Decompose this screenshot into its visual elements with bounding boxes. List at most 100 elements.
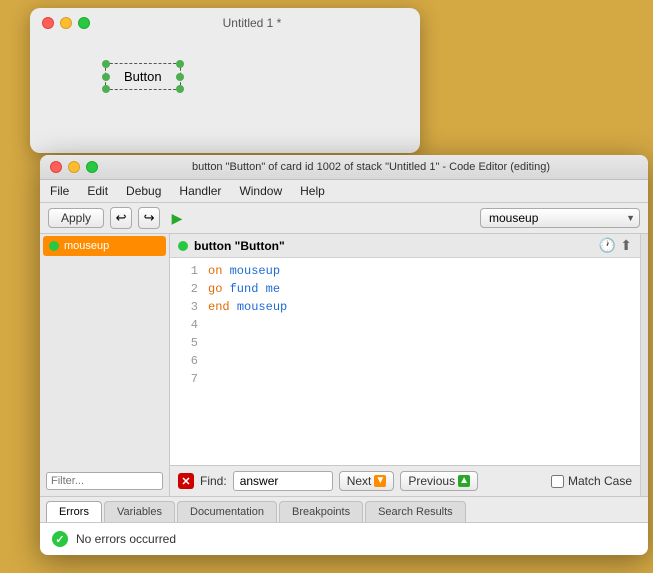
- code-editor-titlebar: button "Button" of card id 1002 of stack…: [40, 155, 648, 180]
- find-input[interactable]: [233, 471, 333, 491]
- run-icon: ▶: [172, 210, 183, 227]
- find-bar: ✕ Find: Next ▼ Previous ▲ Match Case: [170, 465, 640, 496]
- status-text: No errors occurred: [76, 532, 176, 546]
- tab-errors[interactable]: Errors: [46, 501, 102, 522]
- handler-label: mouseup: [64, 240, 109, 252]
- handler-select-wrapper: mouseup mousedown mouseEnter mouseLeave …: [480, 208, 640, 228]
- tab-documentation[interactable]: Documentation: [177, 501, 277, 522]
- filter-area: [40, 468, 169, 496]
- handle-tr[interactable]: [176, 60, 184, 68]
- editor-area: button "Button" 🕐 ⬆ 1 on mouseup 2 go fu…: [170, 234, 640, 496]
- editor-handler-name: button "Button": [194, 239, 285, 253]
- code-line-7: 7: [170, 370, 640, 388]
- back-window-maximize-button[interactable]: [78, 17, 90, 29]
- undo-button[interactable]: ↩: [110, 207, 132, 229]
- code-editor-close-button[interactable]: [50, 161, 62, 173]
- code-line-2: 2 go fund me: [170, 280, 640, 298]
- status-bar: ✓ No errors occurred: [40, 523, 648, 555]
- tab-variables[interactable]: Variables: [104, 501, 175, 522]
- back-window: Untitled 1 * Button: [30, 8, 420, 153]
- find-next-label: Next: [347, 474, 372, 488]
- match-case-label: Match Case: [568, 474, 632, 488]
- editor-header-icons: 🕐 ⬆: [599, 237, 632, 254]
- code-lines[interactable]: 1 on mouseup 2 go fund me 3 end mouseup …: [170, 258, 640, 465]
- find-error-icon: ✕: [178, 473, 194, 489]
- arrow-up-icon: ▲: [458, 475, 470, 487]
- back-window-titlebar: Untitled 1 *: [30, 8, 420, 38]
- apply-button[interactable]: Apply: [48, 208, 104, 228]
- code-line-6: 6: [170, 352, 640, 370]
- handle-br[interactable]: [176, 85, 184, 93]
- menu-window[interactable]: Window: [237, 183, 284, 199]
- widget-button-container: Button: [105, 63, 181, 90]
- menu-edit[interactable]: Edit: [85, 183, 110, 199]
- back-window-minimize-button[interactable]: [60, 17, 72, 29]
- line-content-2: go fund me: [208, 280, 636, 298]
- tab-breakpoints[interactable]: Breakpoints: [279, 501, 363, 522]
- status-ok-icon: ✓: [52, 531, 68, 547]
- code-line-5: 5: [170, 334, 640, 352]
- handle-ml[interactable]: [102, 73, 110, 81]
- editor-header: button "Button" 🕐 ⬆: [170, 234, 640, 258]
- line-num-7: 7: [174, 370, 198, 388]
- line-num-1: 1: [174, 262, 198, 280]
- arrow-down-icon: ▼: [374, 475, 386, 487]
- filter-input[interactable]: [46, 472, 163, 490]
- find-prev-label: Previous: [408, 474, 455, 488]
- code-editor-title: button "Button" of card id 1002 of stack…: [104, 161, 638, 173]
- line-num-6: 6: [174, 352, 198, 370]
- menu-file[interactable]: File: [48, 183, 71, 199]
- match-case-area: Match Case: [551, 474, 632, 488]
- sidebar-handler-mouseup[interactable]: mouseup: [43, 236, 166, 256]
- code-editor-toolbar: Apply ↩ ↪ ▶ mouseup mousedown mouseEnter…: [40, 203, 648, 234]
- code-editor-body: mouseup button "Button" 🕐 ⬆: [40, 234, 648, 496]
- find-previous-button[interactable]: Previous ▲: [400, 471, 478, 491]
- run-button[interactable]: ▶: [166, 207, 188, 229]
- line-content-6: [208, 352, 636, 370]
- green-dot-icon: [178, 241, 188, 251]
- find-next-button[interactable]: Next ▼: [339, 471, 395, 491]
- line-num-5: 5: [174, 334, 198, 352]
- back-window-close-button[interactable]: [42, 17, 54, 29]
- back-window-title: Untitled 1 *: [96, 16, 408, 30]
- handler-select-container: mouseup mousedown mouseEnter mouseLeave …: [194, 208, 640, 228]
- line-content-5: [208, 334, 636, 352]
- handle-bl[interactable]: [102, 85, 110, 93]
- undo-icon: ↩: [116, 210, 127, 226]
- handle-mr[interactable]: [176, 73, 184, 81]
- code-line-1: 1 on mouseup: [170, 262, 640, 280]
- menu-debug[interactable]: Debug: [124, 183, 163, 199]
- menu-handler[interactable]: Handler: [177, 183, 223, 199]
- find-label: Find:: [200, 474, 227, 488]
- line-num-2: 2: [174, 280, 198, 298]
- line-content-4: [208, 316, 636, 334]
- history-icon[interactable]: 🕐: [599, 237, 616, 254]
- code-editor-window: button "Button" of card id 1002 of stack…: [40, 155, 648, 555]
- canvas-button-label: Button: [124, 69, 162, 84]
- handler-select[interactable]: mouseup mousedown mouseEnter mouseLeave: [480, 208, 640, 228]
- code-editor-minimize-button[interactable]: [68, 161, 80, 173]
- redo-icon: ↪: [144, 210, 155, 226]
- line-content-1: on mouseup: [208, 262, 636, 280]
- handle-tl[interactable]: [102, 60, 110, 68]
- code-line-3: 3 end mouseup: [170, 298, 640, 316]
- sidebar-divider: [40, 258, 169, 468]
- tab-search-results[interactable]: Search Results: [365, 501, 466, 522]
- collapse-icon[interactable]: ⬆: [620, 237, 632, 254]
- line-content-3: end mouseup: [208, 298, 636, 316]
- code-editor-maximize-button[interactable]: [86, 161, 98, 173]
- handler-dot-icon: [49, 241, 59, 251]
- match-case-checkbox[interactable]: [551, 475, 564, 488]
- scrollbar[interactable]: [640, 234, 648, 496]
- canvas-button[interactable]: Button: [105, 63, 181, 90]
- editor-handler-name-container: button "Button": [178, 239, 285, 253]
- code-line-4: 4: [170, 316, 640, 334]
- line-content-7: [208, 370, 636, 388]
- line-num-4: 4: [174, 316, 198, 334]
- line-num-3: 3: [174, 298, 198, 316]
- menu-help[interactable]: Help: [298, 183, 327, 199]
- code-editor-menubar: File Edit Debug Handler Window Help: [40, 180, 648, 203]
- code-editor-tabs: Errors Variables Documentation Breakpoin…: [40, 496, 648, 523]
- redo-button[interactable]: ↪: [138, 207, 160, 229]
- code-editor-sidebar: mouseup: [40, 234, 170, 496]
